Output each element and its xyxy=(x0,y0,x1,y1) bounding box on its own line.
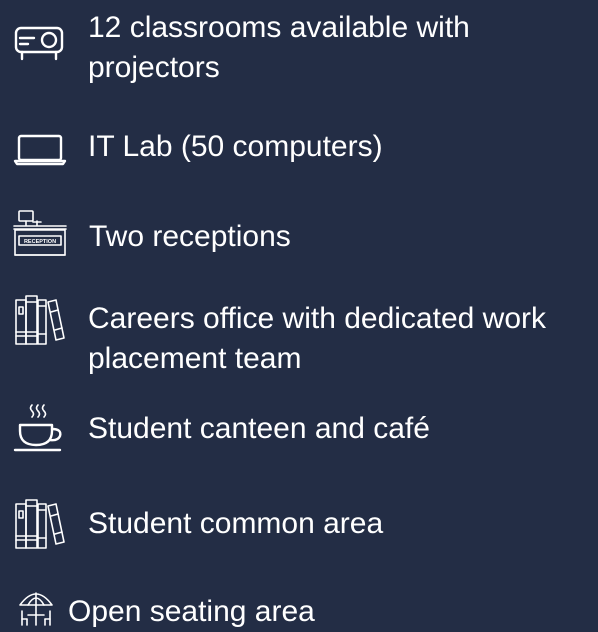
facility-label: Open seating area xyxy=(68,595,315,628)
coffee-cup-icon xyxy=(13,403,68,455)
facility-label: Student canteen and café xyxy=(88,412,430,445)
reception-desk-icon: RECEPTION xyxy=(13,209,69,259)
reception-icon-text: RECEPTION xyxy=(24,239,56,245)
facility-label: Two receptions xyxy=(89,220,291,253)
facility-label: IT Lab (50 computers) xyxy=(88,130,383,163)
facility-label: Careers office with dedicated work place… xyxy=(88,302,546,375)
books-icon xyxy=(14,294,66,348)
facility-label: 12 classrooms available with projectors xyxy=(88,11,470,84)
facility-label: Student common area xyxy=(88,507,384,540)
books-icon xyxy=(14,498,66,552)
projector-icon xyxy=(14,24,68,62)
laptop-icon xyxy=(13,133,68,167)
umbrella-table-icon xyxy=(18,589,54,627)
